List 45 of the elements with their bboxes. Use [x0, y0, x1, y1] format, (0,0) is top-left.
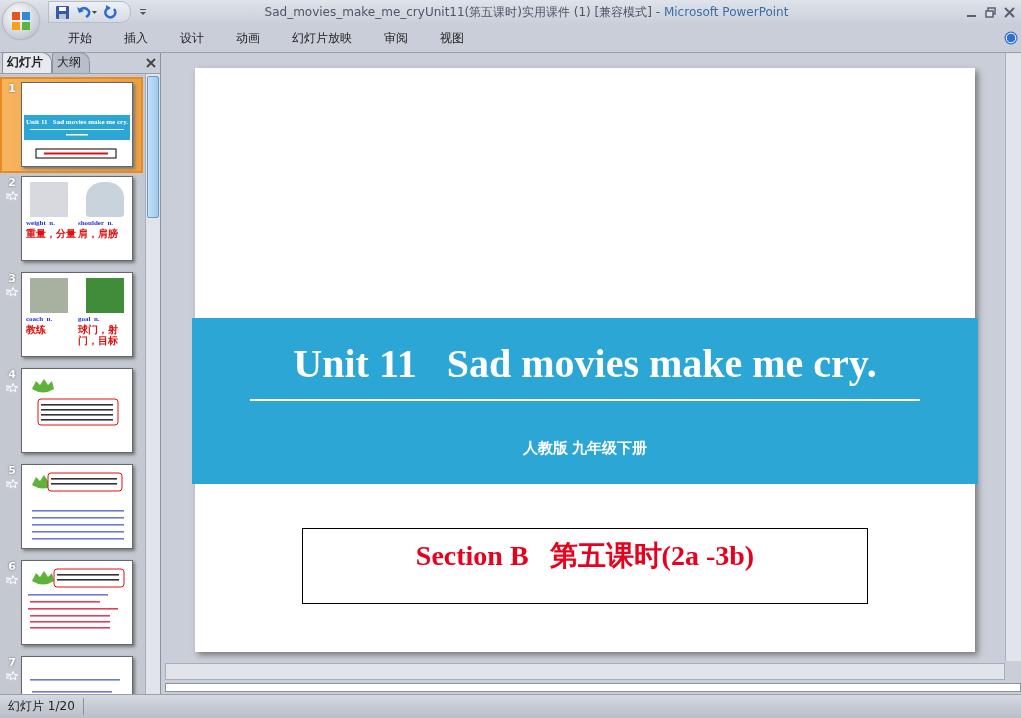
horizontal-scrollbar[interactable] [165, 663, 1005, 680]
slide-number: 2 [8, 176, 16, 189]
vertical-scrollbar[interactable] [145, 74, 160, 694]
slide-number: 4 [8, 368, 16, 381]
panel-tab[interactable]: 大纲 [52, 52, 90, 73]
ribbon-tab[interactable]: 插入 [108, 29, 164, 47]
close-icon[interactable] [146, 58, 156, 68]
slide-number: 6 [8, 560, 16, 573]
picture-placeholder [86, 278, 124, 313]
help-icon[interactable] [1004, 31, 1018, 45]
ribbon-tab[interactable]: 设计 [164, 29, 220, 47]
save-icon[interactable] [55, 4, 70, 20]
slide-number: 5 [8, 464, 16, 477]
vocab-meaning: 肩，肩膀 [78, 227, 118, 239]
close-icon[interactable] [1004, 6, 1015, 18]
slide-count: 幻灯片 1/20 [0, 698, 84, 715]
picture-placeholder [30, 182, 68, 217]
ribbon-tab[interactable]: 开始 [52, 29, 108, 47]
slide-thumbnail[interactable] [21, 368, 133, 453]
ribbon-tab[interactable]: 视图 [424, 29, 480, 47]
office-logo-icon [10, 10, 32, 32]
customize-dropdown-icon[interactable] [139, 8, 147, 16]
redo-icon[interactable] [104, 5, 118, 19]
ribbon-tab[interactable]: 审阅 [368, 29, 424, 47]
vertical-scrollbar[interactable] [1005, 53, 1021, 661]
ribbon-tab[interactable]: 幻灯片放映 [276, 29, 368, 47]
vocab-meaning: 教练 [26, 323, 46, 335]
slide-thumbnail[interactable] [21, 464, 133, 549]
slide-number: 3 [8, 272, 16, 285]
picture-placeholder [86, 182, 124, 217]
window-title: Sad_movies_make_me_cryUnit11(第五课时)实用课件 (1) [兼容模式] - Microsoft PowerPoint [263, 3, 790, 21]
notes-pane[interactable] [165, 683, 1021, 692]
slide-number: 7 [8, 656, 16, 669]
slide-subtitle: 人教版 九年级下册 [523, 439, 647, 458]
office-button[interactable] [3, 3, 39, 39]
ribbon-tab[interactable]: 动画 [220, 29, 276, 47]
restore-icon[interactable] [985, 6, 996, 18]
vocab-meaning: 球门，射门，目标 [78, 323, 119, 346]
picture-placeholder [30, 278, 68, 313]
vocab-meaning: 重量，分量 [26, 227, 76, 239]
slide-thumbnail[interactable] [21, 560, 133, 645]
panel-tab[interactable]: 幻灯片 [2, 52, 52, 73]
slide-number: 1 [8, 82, 16, 95]
slide-title: Unit 11 Sad movies make me cry. [293, 340, 877, 387]
undo-icon[interactable] [76, 5, 98, 19]
